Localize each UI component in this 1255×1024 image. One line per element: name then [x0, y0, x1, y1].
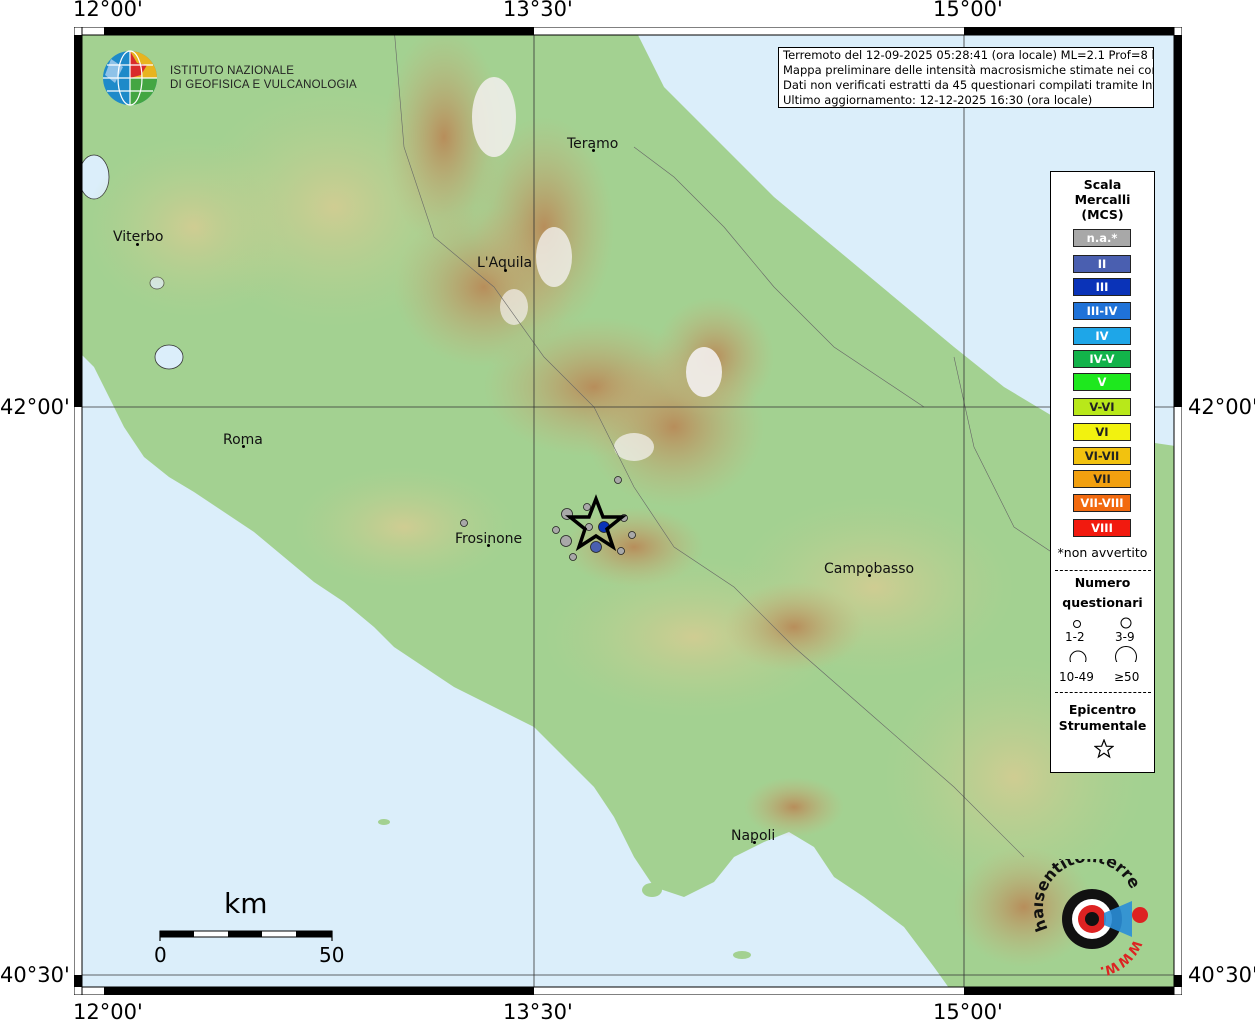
- legend-swatch-vii: VII: [1073, 470, 1131, 488]
- observation-point[interactable]: [560, 535, 572, 547]
- info-line-event: Terremoto del 12-09-2025 05:28:41 (ora l…: [783, 48, 1154, 62]
- island-ischia: [642, 883, 662, 897]
- intensity-legend: Scala Mercalli (MCS) n.a.* II III III-IV IV I…: [1050, 171, 1155, 773]
- lat-label-right-1: 42°00': [1188, 395, 1255, 419]
- observation-point[interactable]: [583, 503, 591, 511]
- observation-point[interactable]: [628, 531, 636, 539]
- scale-start-label: 0: [154, 943, 167, 967]
- legend-swatch-ii: II: [1073, 255, 1131, 273]
- legend-footnote: *non avvertito: [1057, 545, 1148, 560]
- observation-point[interactable]: [569, 553, 577, 561]
- lat-label-right-2: 40°30': [1188, 963, 1255, 987]
- legend-swatch-vii-viii: VII-VIII: [1073, 494, 1131, 512]
- legend-size-1-2: 1-2: [1065, 630, 1085, 644]
- globe-logo-icon: [103, 50, 157, 106]
- island-capri: [733, 951, 751, 959]
- city-marker: [753, 841, 756, 844]
- lon-label-top-2: 13°30': [503, 0, 573, 21]
- island-ponza: [378, 819, 390, 825]
- legend-title-scala: Scala: [1083, 177, 1122, 192]
- legend-size-50plus: ≥50: [1114, 670, 1140, 684]
- legend-title-mercalli: Mercalli: [1074, 192, 1131, 207]
- lat-label-left-2: 40°30': [0, 963, 70, 987]
- lon-label-bottom-3: 15°00': [933, 1000, 1003, 1024]
- info-line-update: Ultimo aggiornamento: 12-12-2025 16:30 (…: [783, 93, 1093, 107]
- legend-divider: [1055, 692, 1151, 693]
- lon-label-bottom-2: 13°30': [503, 1000, 573, 1024]
- target-megaphone-logo-icon: haisentitoilterremoto.it WWW.: [1034, 859, 1148, 977]
- legend-swatch-v-vi: V-VI: [1073, 398, 1131, 416]
- legend-swatch-iii: III: [1073, 278, 1131, 296]
- city-marker: [504, 269, 507, 272]
- info-line-data: Dati non verificati estratti da 45 quest…: [783, 78, 1154, 92]
- legend-swatch-vi: VI: [1073, 423, 1131, 441]
- observation-point[interactable]: [614, 476, 622, 484]
- legend-swatch-v: V: [1073, 373, 1131, 391]
- legend-questionari-title-1: Numero: [1074, 575, 1131, 590]
- legend-swatch-n-a: n.a.*: [1073, 229, 1131, 247]
- lon-label-top-1: 12°00': [73, 0, 143, 21]
- legend-swatch-iv-v: IV-V: [1073, 350, 1131, 368]
- observation-point[interactable]: [617, 547, 625, 555]
- city-marker: [592, 149, 595, 152]
- scale-unit-label: km: [224, 887, 268, 920]
- legend-swatch-viii: VIII: [1073, 519, 1131, 537]
- institute-name-line2: DI GEOFISICA E VULCANOLOGIA: [170, 79, 357, 91]
- city-marker: [868, 574, 871, 577]
- legend-swatch-iii-iv: III-IV: [1073, 302, 1131, 320]
- institute-name-line1: ISTITUTO NAZIONALE: [170, 65, 295, 77]
- info-line-map: Mappa preliminare delle intensità macros…: [783, 63, 1154, 77]
- lon-label-bottom-1: 12°00': [73, 1000, 143, 1024]
- legend-divider: [1055, 570, 1151, 571]
- scale-end-label: 50: [319, 943, 345, 967]
- legend-epicentre-title-1: Epicentro: [1068, 702, 1137, 717]
- city-marker: [136, 243, 139, 246]
- legend-epicentre-title-2: Strumentale: [1058, 718, 1147, 733]
- observation-point[interactable]: [590, 541, 602, 553]
- earthquake-info-box: Terremoto del 12-09-2025 05:28:41 (ora l…: [778, 47, 1154, 108]
- star-icon: [1094, 739, 1114, 759]
- lake-bracciano: [154, 344, 184, 370]
- lat-label-left-1: 42°00': [0, 395, 70, 419]
- city-marker: [487, 544, 490, 547]
- legend-swatch-vi-vii: VI-VII: [1073, 447, 1131, 465]
- observation-point[interactable]: [460, 519, 468, 527]
- legend-size-3-9: 3-9: [1115, 630, 1135, 644]
- map-frame: ISTITUTO NAZIONALE DI GEOFISICA E VULCAN…: [74, 27, 1182, 995]
- legend-swatch-iv: IV: [1073, 327, 1131, 345]
- legend-title-mcs: (MCS): [1081, 207, 1124, 222]
- observation-point[interactable]: [552, 526, 560, 534]
- legend-questionari-title-2: questionari: [1062, 595, 1143, 610]
- legend-size-10-49: 10-49: [1059, 670, 1094, 684]
- lon-label-top-3: 15°00': [933, 0, 1003, 21]
- relief-map[interactable]: [74, 27, 1182, 995]
- city-marker: [242, 445, 245, 448]
